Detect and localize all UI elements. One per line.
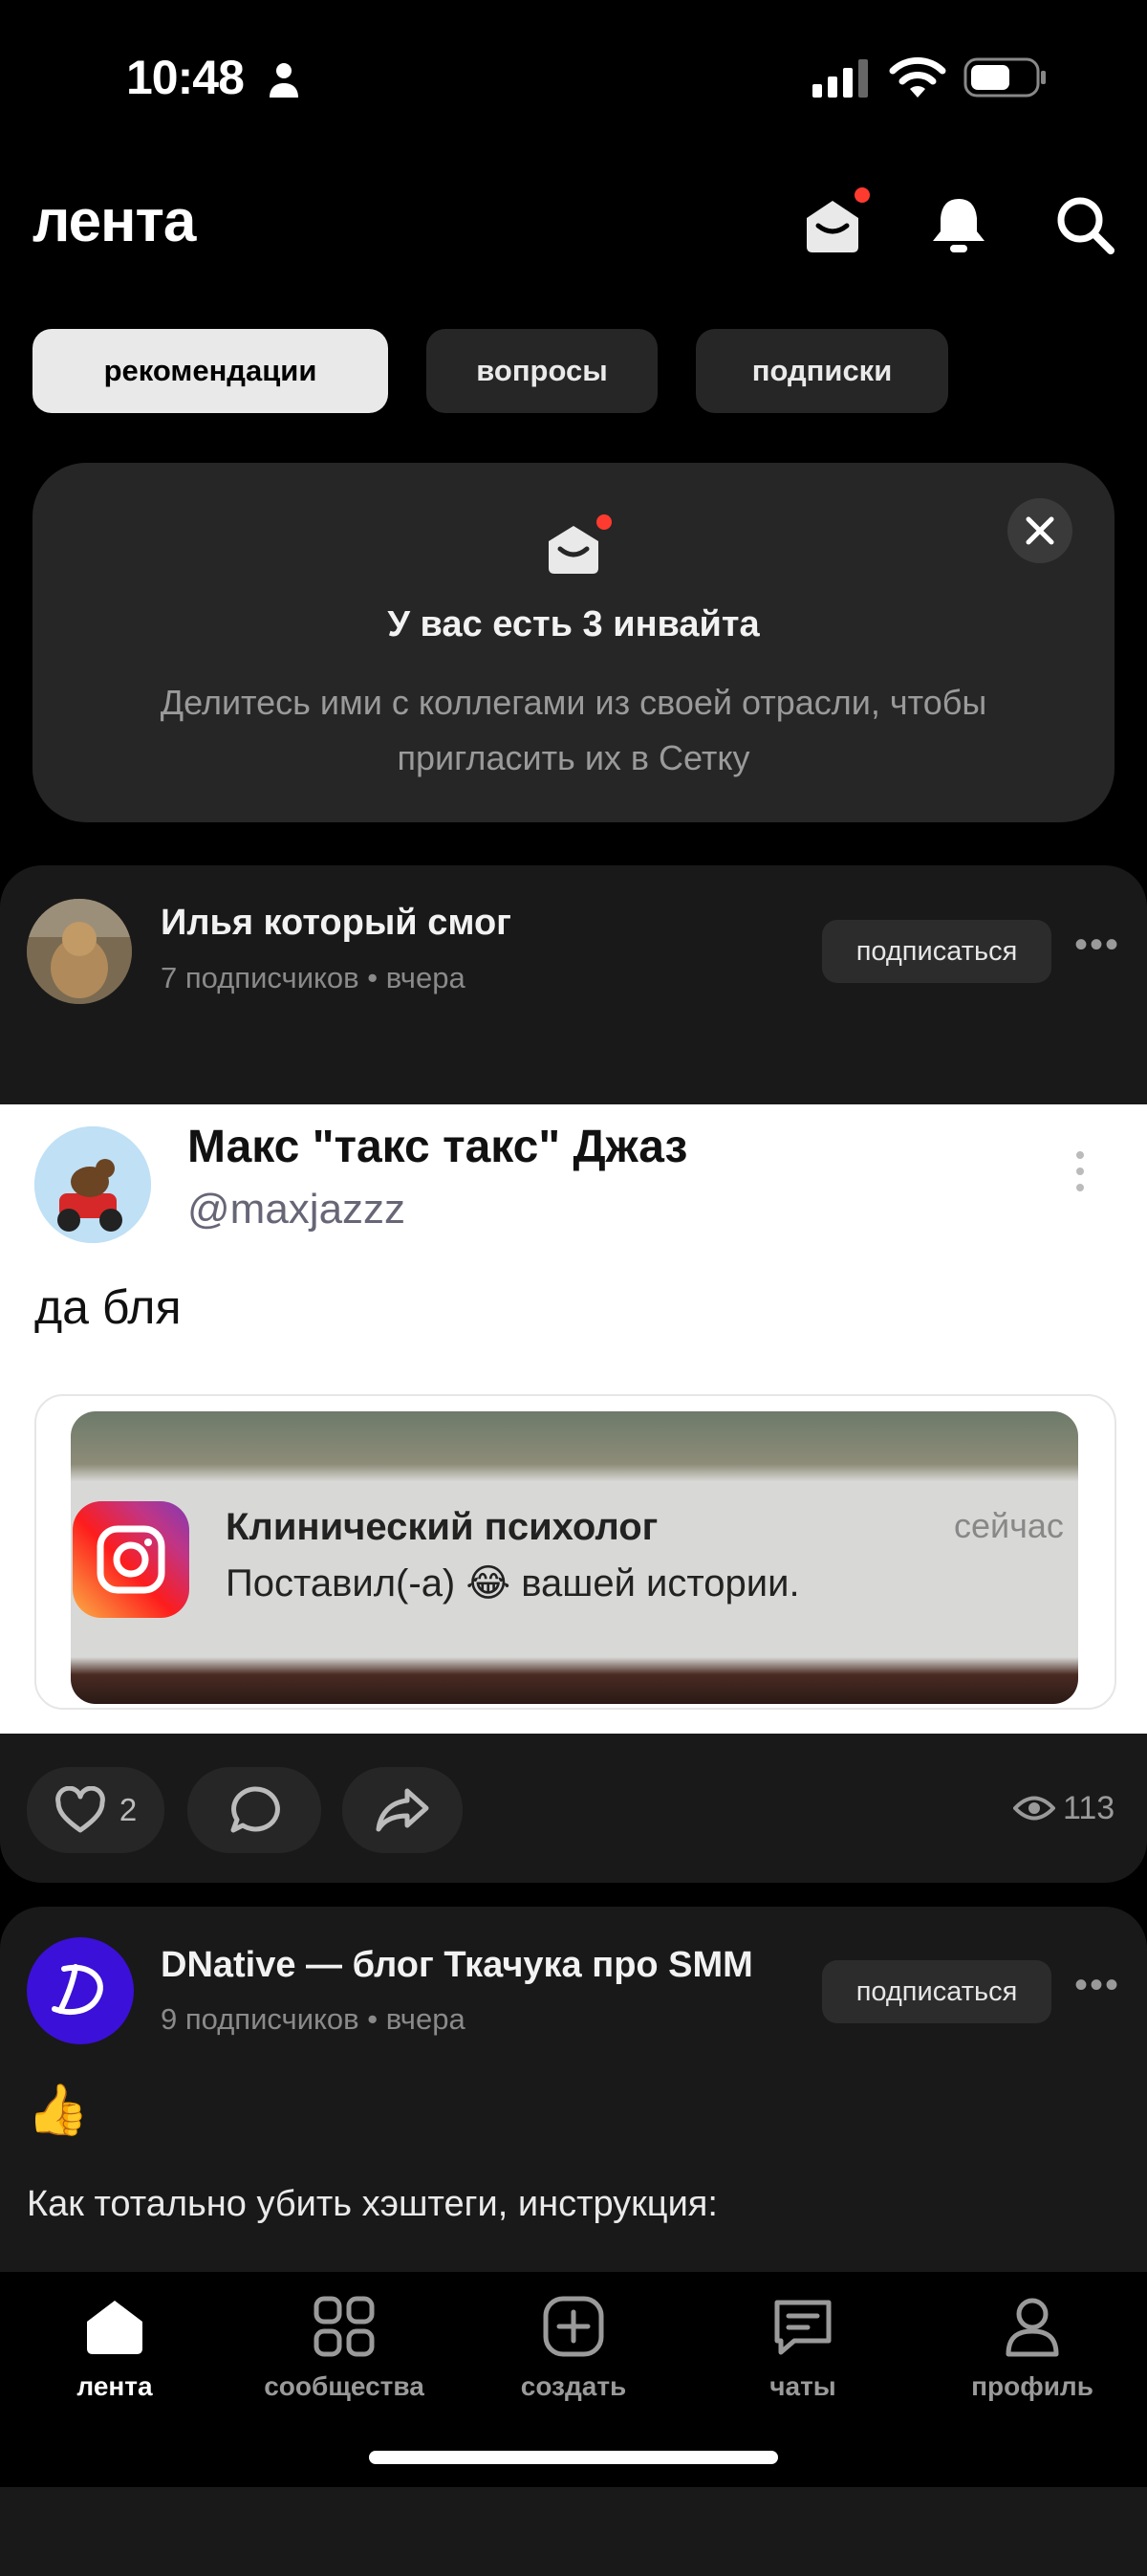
post-time: вчера xyxy=(385,2002,465,2036)
subscriber-count: 7 подписчиков xyxy=(161,961,359,994)
embedded-avatar xyxy=(34,1126,151,1243)
post-meta: 7 подписчиков • вчера xyxy=(161,961,465,995)
wifi-icon xyxy=(889,56,946,98)
embedded-more-icon xyxy=(1076,1151,1084,1191)
post-text: Как тотально убить хэштеги, инструкция: xyxy=(27,2184,718,2224)
heart-icon xyxy=(54,1786,105,1833)
subscribe-button[interactable]: подписаться xyxy=(822,920,1051,983)
subscribe-button[interactable]: подписаться xyxy=(822,1960,1051,2023)
embedded-handle: @maxjazzz xyxy=(187,1186,406,1233)
post-emoji: 👍 xyxy=(27,2083,89,2138)
person-icon xyxy=(270,63,298,98)
invite-dot xyxy=(596,514,612,530)
page-title: лента xyxy=(32,188,196,254)
plus-square-icon xyxy=(543,2296,604,2357)
tab-recommendations[interactable]: рекомендации xyxy=(32,329,388,413)
subscriber-count: 9 подписчиков xyxy=(161,2002,359,2036)
nav-item-communities[interactable]: сообщества xyxy=(229,2293,459,2402)
chat-icon xyxy=(774,2300,832,2355)
share-button[interactable] xyxy=(342,1767,463,1853)
tab-subscriptions[interactable]: подписки xyxy=(696,329,948,413)
close-icon xyxy=(1026,516,1054,545)
views-count: 113 xyxy=(1063,1790,1115,1826)
eye-icon xyxy=(1012,1796,1056,1821)
home-indicator xyxy=(369,2451,778,2464)
post-author[interactable]: DNative — блог Ткачука про SMM xyxy=(161,1945,753,1986)
post-author[interactable]: Илья который смог xyxy=(161,903,511,944)
nav-label: чаты xyxy=(769,2371,836,2401)
cellular-signal-icon xyxy=(812,59,868,98)
search-icon[interactable] xyxy=(1053,193,1116,256)
embedded-name: Макс "такс такс" Джаз xyxy=(187,1122,688,1172)
meta-separator: • xyxy=(367,961,386,994)
nav-item-profile[interactable]: профиль xyxy=(918,2293,1147,2402)
nav-label: профиль xyxy=(971,2371,1093,2401)
mail-icon xyxy=(807,201,858,252)
views-counter: 113 xyxy=(1012,1790,1115,1827)
invite-mail-button[interactable] xyxy=(801,187,870,256)
invite-title: У вас есть 3 инвайта xyxy=(387,604,760,644)
home-icon xyxy=(87,2301,142,2354)
notification-dot xyxy=(855,187,870,203)
close-invite-button[interactable] xyxy=(1007,498,1072,563)
more-options-icon[interactable]: ••• xyxy=(1074,924,1120,967)
avatar[interactable] xyxy=(27,899,132,1004)
like-button[interactable]: 2 xyxy=(27,1767,164,1853)
grid-icon xyxy=(314,2296,375,2357)
nav-item-create[interactable]: создать xyxy=(459,2293,688,2402)
nav-label: сообщества xyxy=(264,2371,424,2401)
post-meta: 9 подписчиков • вчера xyxy=(161,2002,465,2037)
notification-title: Клинический психолог xyxy=(226,1506,659,1548)
tab-questions[interactable]: вопросы xyxy=(426,329,658,413)
avatar[interactable] xyxy=(27,1937,134,2044)
nav-label: лента xyxy=(76,2371,153,2401)
nav-item-chats[interactable]: чаты xyxy=(688,2293,918,2402)
profile-icon xyxy=(1006,2298,1059,2357)
more-options-icon[interactable]: ••• xyxy=(1074,1964,1120,2007)
meta-separator: • xyxy=(367,2002,386,2036)
notification-time: сейчас xyxy=(954,1506,1064,1545)
embedded-media-image xyxy=(71,1411,1078,1704)
instagram-icon xyxy=(73,1501,189,1618)
notification-text: Поставил(-а) 😂 вашей истории. xyxy=(226,1562,800,1605)
invite-text: Делитесь ими с коллегами из своей отрасл… xyxy=(160,683,987,777)
post-time: вчера xyxy=(385,961,465,994)
share-icon xyxy=(376,1788,429,1832)
battery-icon xyxy=(963,57,1046,98)
embedded-text: да бля xyxy=(34,1280,182,1334)
comment-button[interactable] xyxy=(187,1767,321,1853)
nav-item-feed[interactable]: лента xyxy=(0,2293,229,2402)
nav-label: создать xyxy=(520,2371,627,2401)
status-time: 10:48 xyxy=(126,51,245,104)
invite-mail-icon xyxy=(545,514,612,578)
like-count: 2 xyxy=(119,1792,138,1827)
bell-icon[interactable] xyxy=(927,193,990,256)
comment-icon xyxy=(230,1786,280,1833)
